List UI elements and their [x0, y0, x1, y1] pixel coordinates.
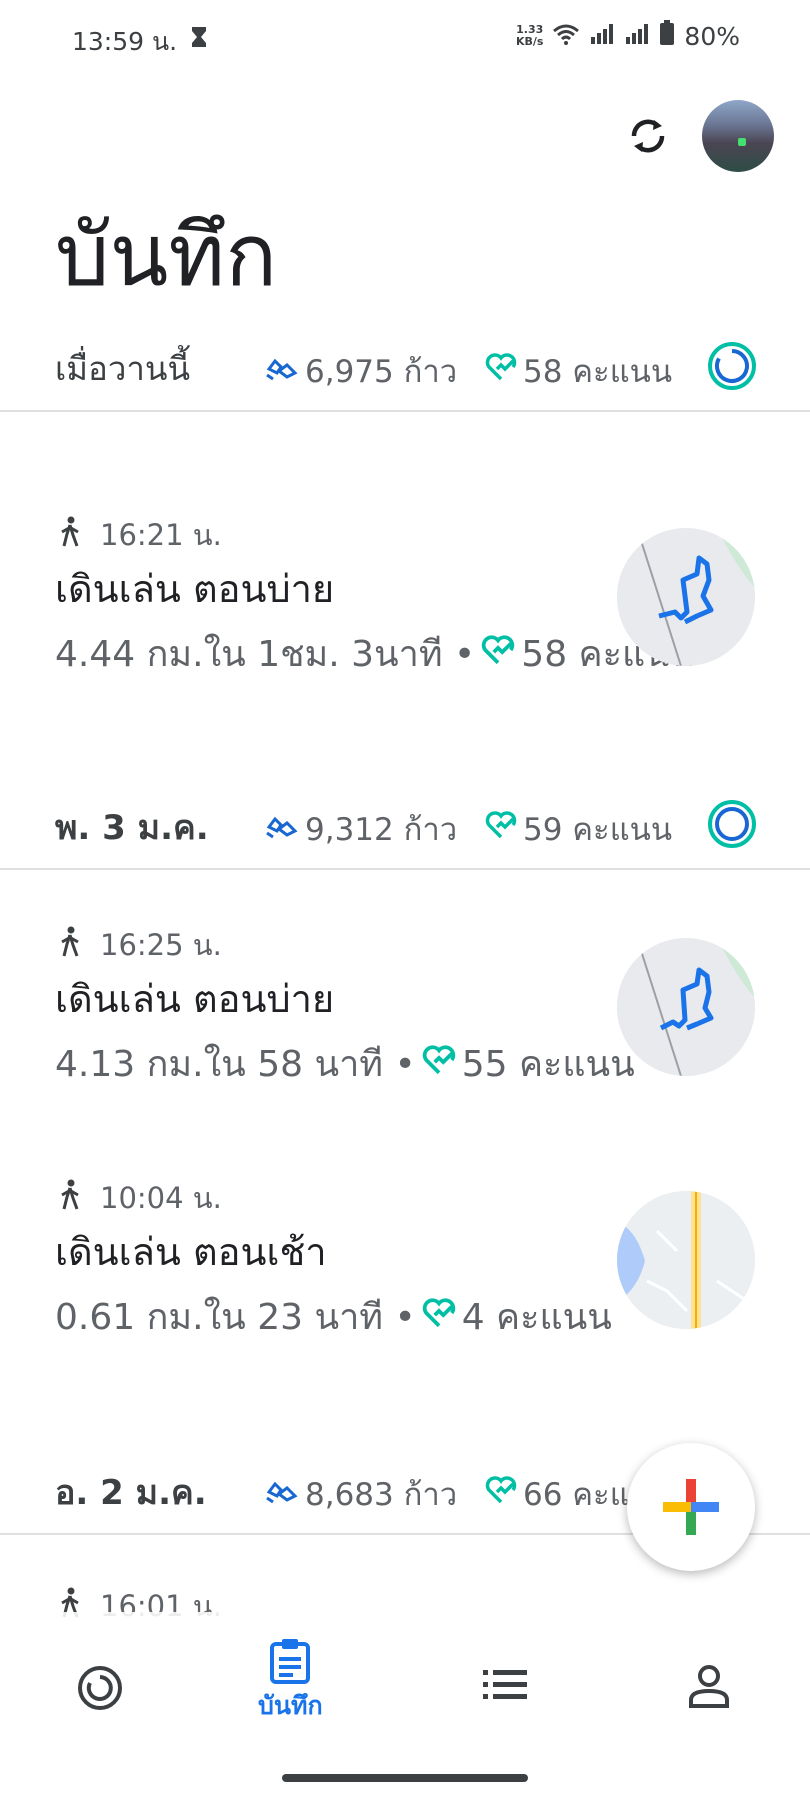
day-steps: 8,683 ก้าว	[265, 1469, 457, 1519]
route-map-thumbnail	[617, 938, 755, 1076]
signal-icon	[624, 22, 650, 51]
heart-points-icon	[485, 353, 517, 389]
activity-item[interactable]: 16:21 น. เดินเล่น ตอนบ่าย 4.44 กม.ใน 1ชม…	[0, 512, 810, 712]
avatar[interactable]	[702, 100, 774, 172]
day-points: 58 คะแนน	[485, 346, 672, 396]
day-steps: 9,312 ก้าว	[265, 804, 457, 854]
heart-points-icon	[422, 1296, 456, 1337]
activity-title: เดินเล่น ตอนบ่าย	[55, 977, 335, 1021]
signal-icon	[589, 22, 615, 51]
heart-points-icon	[485, 1476, 517, 1512]
heart-points-icon	[485, 811, 517, 847]
journal-icon	[270, 1639, 311, 1684]
plus-icon	[663, 1479, 719, 1535]
steps-icon	[265, 811, 299, 847]
activity-time: 16:21 น.	[58, 512, 222, 558]
goal-ring-icon	[708, 800, 756, 848]
activity-time: 10:04 น.	[58, 1175, 222, 1221]
activity-time: 16:25 น.	[58, 922, 222, 968]
page-title: บันทึก	[55, 206, 278, 306]
day-label: เมื่อวานนี้	[55, 349, 191, 388]
home-ring-icon	[78, 1666, 122, 1710]
status-time: 13:59 น.	[72, 27, 178, 56]
home-indicator[interactable]	[282, 1774, 528, 1782]
top-actions	[626, 100, 774, 172]
activity-item[interactable]: 10:04 น. เดินเล่น ตอนเช้า 0.61 กม.ใน 23 …	[0, 1175, 810, 1375]
heart-points-icon	[422, 1043, 456, 1084]
day-label: อ. 2 ม.ค.	[55, 1473, 207, 1513]
activity-title: เดินเล่น ตอนเช้า	[55, 1230, 327, 1274]
hourglass-icon	[190, 26, 208, 52]
profile-icon	[689, 1665, 729, 1708]
steps-icon	[265, 1476, 299, 1512]
activity-detail: 4.13 กม.ใน 58 นาที • 55 คะแนน	[55, 1043, 635, 1085]
nav-journal[interactable]: บันทึก	[258, 1638, 323, 1726]
browse-list-icon	[483, 1670, 527, 1699]
nav-browse[interactable]	[483, 1668, 527, 1700]
route-map-thumbnail	[617, 1191, 755, 1329]
walking-icon	[58, 516, 82, 555]
activity-detail: 0.61 กม.ใน 23 นาที • 4 คะแนน	[55, 1296, 612, 1338]
day-summary-row[interactable]: พ. 3 ม.ค. 9,312 ก้าว 59 คะแนน	[0, 778, 810, 870]
battery-icon	[659, 20, 675, 52]
day-steps: 6,975 ก้าว	[265, 346, 457, 396]
goal-ring-icon	[708, 342, 756, 390]
nav-journal-label: บันทึก	[258, 1691, 323, 1720]
walking-icon	[58, 926, 82, 965]
activity-item[interactable]: 16:25 น. เดินเล่น ตอนบ่าย 4.13 กม.ใน 58 …	[0, 922, 810, 1122]
battery-percent: 80%	[684, 21, 740, 51]
status-right: 1.33 KB/s 80%	[516, 20, 740, 52]
activity-title: เดินเล่น ตอนบ่าย	[55, 567, 335, 611]
day-label: พ. 3 ม.ค.	[55, 808, 209, 848]
day-summary-row[interactable]: เมื่อวานนี้ 6,975 ก้าว 58 คะแนน	[0, 320, 810, 412]
wifi-icon	[552, 22, 580, 51]
status-bar: 13:59 น. 1.33 KB/s 80%	[0, 0, 810, 80]
sync-icon[interactable]	[626, 114, 670, 158]
activity-detail: 4.44 กม.ใน 1ชม. 3นาที • 58 คะแนน	[55, 633, 695, 675]
nav-home[interactable]	[76, 1664, 124, 1712]
heart-points-icon	[481, 633, 515, 674]
steps-icon	[265, 353, 299, 389]
net-speed: 1.33 KB/s	[515, 23, 544, 48]
walking-icon	[58, 1179, 82, 1218]
day-points: 59 คะแนน	[485, 804, 672, 854]
nav-profile[interactable]	[688, 1664, 730, 1708]
route-map-thumbnail	[617, 528, 755, 666]
add-activity-button[interactable]	[627, 1443, 755, 1571]
